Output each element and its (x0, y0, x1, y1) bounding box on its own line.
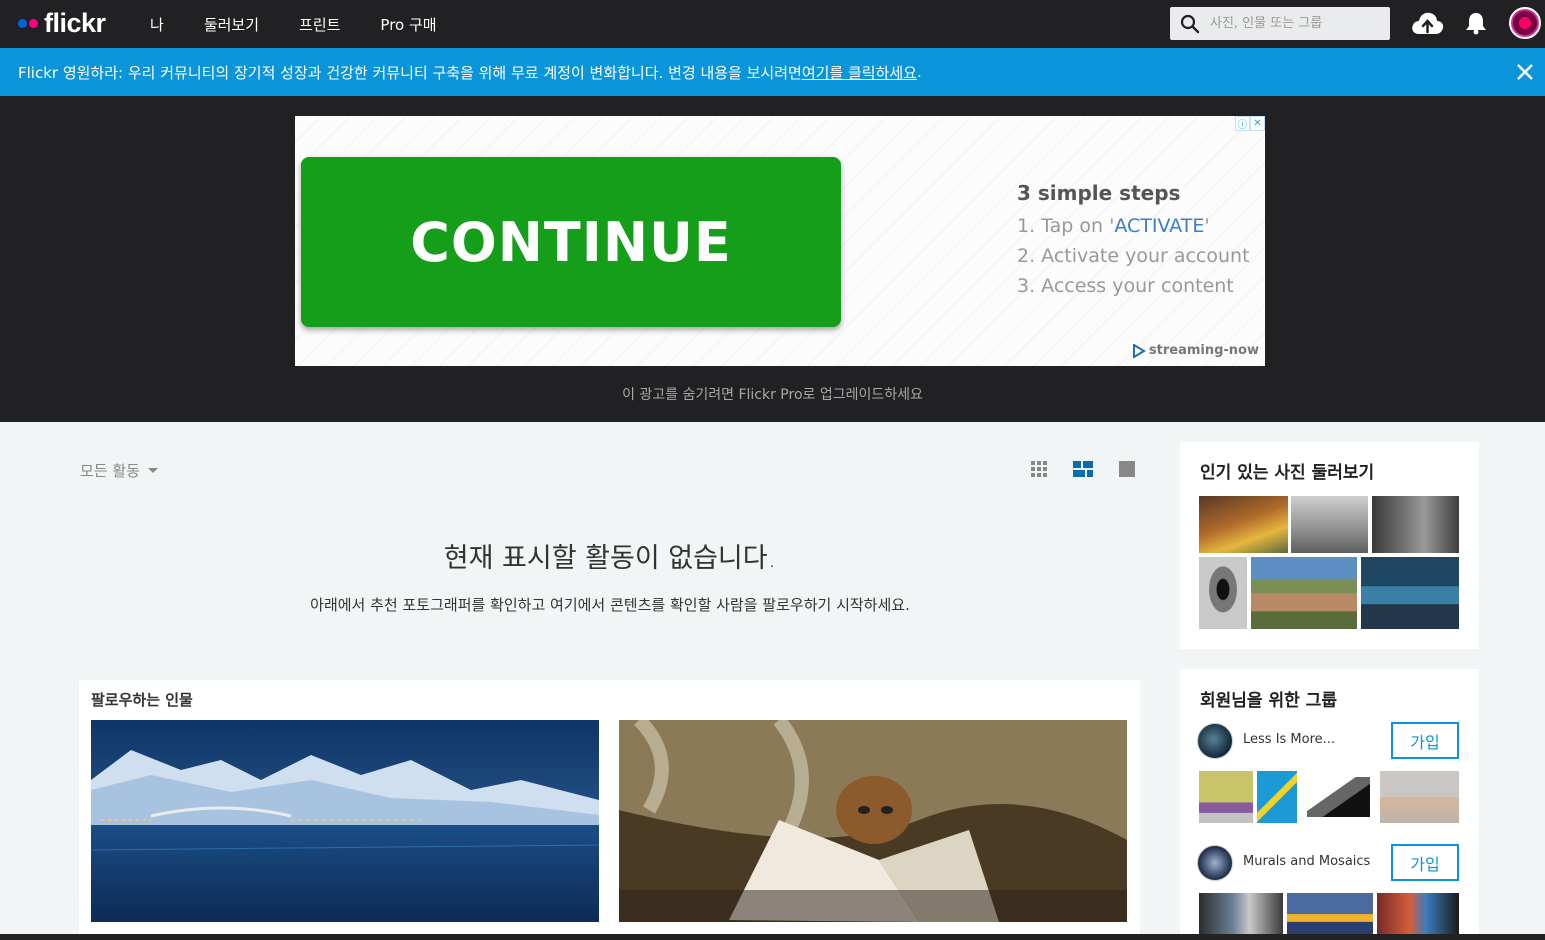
explore-popular-card: 인기 있는 사진 둘러보기 (1180, 442, 1479, 649)
bell-icon[interactable] (1465, 11, 1487, 35)
ad-continue-button[interactable]: CONTINUE (301, 157, 841, 327)
logo-pink-dot (29, 18, 38, 28)
featured-photo-cat[interactable] (619, 720, 1127, 922)
people-to-follow-title: 팔로우하는 인물 (91, 691, 193, 709)
ad-upgrade-note[interactable]: 이 광고를 숨기려면 Flickr Pro로 업그레이드하세요 (0, 384, 1545, 404)
join-group-button[interactable]: 가입 (1391, 722, 1459, 759)
ad-close-icon[interactable]: ✕ (1250, 116, 1265, 131)
nav-links: 나 둘러보기 프린트 Pro 구매 (130, 0, 457, 48)
group-name[interactable]: Murals and Mosaics (1243, 854, 1370, 869)
justified-view-icon[interactable] (1073, 461, 1093, 478)
popular-thumb-4[interactable] (1199, 557, 1247, 629)
landscape-image (91, 720, 599, 922)
activity-filter-dropdown[interactable]: 모든 활동 (80, 460, 158, 481)
search-box[interactable] (1170, 7, 1390, 40)
group-thumb[interactable] (1380, 771, 1459, 823)
group-avatar[interactable] (1197, 723, 1233, 759)
upload-icon[interactable] (1411, 10, 1444, 36)
bottom-scroll-strip (0, 934, 1545, 940)
ad-steps-title: 3 simple steps (1017, 181, 1181, 205)
banner-link[interactable]: 여기를 클릭하세요 (802, 62, 917, 83)
explore-popular-title[interactable]: 인기 있는 사진 둘러보기 (1200, 458, 1374, 483)
groups-for-you-card: 회원님을 위한 그룹 Less Is More... 가입 Murals and… (1180, 669, 1479, 940)
group-thumb[interactable] (1287, 893, 1373, 940)
avatar[interactable] (1509, 7, 1541, 39)
nav-get-pro[interactable]: Pro 구매 (380, 14, 436, 35)
group-thumb[interactable] (1199, 893, 1283, 940)
close-icon[interactable] (1513, 60, 1537, 84)
group-thumb[interactable] (1257, 771, 1297, 823)
people-to-follow-card: 팔로우하는 인물 (79, 680, 1140, 940)
ad-badge[interactable]: ⓘ ✕ (1235, 116, 1265, 131)
groups-for-you-title: 회원님을 위한 그룹 (1200, 691, 1337, 711)
join-group-button[interactable]: 가입 (1391, 844, 1459, 881)
filter-label: 모든 활동 (80, 462, 140, 480)
popular-thumb-6[interactable] (1361, 557, 1459, 629)
empty-state-subtitle: 아래에서 추천 포토그래퍼를 확인하고 여기에서 콘텐츠를 확인할 사람을 팔로… (310, 596, 910, 614)
ad-step-1: 1. Tap on 'ACTIVATE' (1017, 215, 1210, 237)
banner-text: Flickr 영원하라: 우리 커뮤니티의 장기적 성장과 건강한 커뮤니티 구… (18, 63, 802, 82)
search-icon (1180, 14, 1200, 33)
ad-zone: CONTINUE 3 simple steps 1. Tap on 'ACTIV… (0, 96, 1545, 422)
ad-steps: 3 simple steps 1. Tap on 'ACTIVATE' 2. A… (1017, 181, 1257, 301)
logo-wordmark: flickr (44, 7, 106, 38)
popular-thumb-1[interactable] (1199, 496, 1288, 553)
banner-period: . (916, 63, 922, 81)
ad-brand: streaming-now (1132, 343, 1259, 358)
nav-explore[interactable]: 둘러보기 (204, 14, 259, 35)
ad-step-2: 2. Activate your account (1017, 245, 1250, 267)
adchoices-icon[interactable]: ⓘ (1235, 116, 1250, 131)
group-name[interactable]: Less Is More... (1243, 732, 1335, 747)
advertisement[interactable]: CONTINUE 3 simple steps 1. Tap on 'ACTIV… (295, 116, 1265, 366)
cat-reading-image (619, 720, 1127, 922)
popular-thumb-5[interactable] (1251, 557, 1357, 629)
group-thumb[interactable] (1307, 777, 1370, 817)
ad-step-3: 3. Access your content (1017, 275, 1234, 297)
empty-state-title: 현재 표시할 활동이 없습니다. (443, 543, 777, 574)
group-avatar[interactable] (1197, 845, 1233, 881)
popular-thumb-2[interactable] (1291, 496, 1368, 553)
nav-me[interactable]: 나 (150, 14, 164, 35)
grid-view-icon[interactable] (1031, 461, 1048, 478)
chevron-down-icon (147, 468, 158, 473)
popular-thumb-3[interactable] (1372, 496, 1459, 553)
featured-photo-landscape[interactable] (91, 720, 599, 922)
single-view-icon[interactable] (1119, 461, 1135, 477)
top-navigation: flickr 나 둘러보기 프린트 Pro 구매 (0, 0, 1545, 48)
search-input[interactable] (1210, 16, 1380, 31)
nav-prints[interactable]: 프린트 (299, 14, 340, 35)
group-thumb[interactable] (1199, 771, 1253, 823)
group-thumb[interactable] (1377, 893, 1459, 940)
play-icon (1132, 343, 1146, 358)
logo-blue-dot (18, 18, 27, 28)
flickr-logo[interactable]: flickr (18, 8, 106, 38)
info-banner: Flickr 영원하라: 우리 커뮤니티의 장기적 성장과 건강한 커뮤니티 구… (0, 48, 1545, 96)
